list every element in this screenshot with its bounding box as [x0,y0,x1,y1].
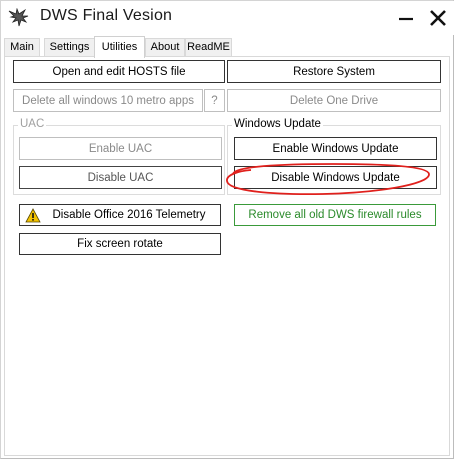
delete-metro-apps-button[interactable]: Delete all windows 10 metro apps [13,89,203,112]
warning-icon [25,208,41,223]
tab-readme[interactable]: ReadME [185,38,232,56]
minimize-icon[interactable] [396,8,416,28]
disable-uac-button[interactable]: Disable UAC [19,166,222,189]
tab-main[interactable]: Main [4,38,40,56]
app-icon [8,8,29,27]
tab-settings[interactable]: Settings [44,38,95,56]
window-title: DWS Final Vesion [40,7,173,24]
delete-onedrive-button[interactable]: Delete One Drive [227,89,441,112]
windows-update-group-label: Windows Update [232,118,323,130]
enable-uac-button[interactable]: Enable UAC [19,137,222,160]
tab-utilities[interactable]: Utilities [94,36,145,58]
disable-windows-update-button[interactable]: Disable Windows Update [234,166,437,189]
windows-update-group: Windows Update Enable Windows Update Dis… [227,118,441,195]
tab-about[interactable]: About [145,38,185,56]
remove-firewall-rules-button[interactable]: Remove all old DWS firewall rules [234,204,436,226]
utilities-panel: Open and edit HOSTS file Restore System … [4,56,450,456]
close-icon[interactable] [428,8,448,28]
uac-group-label: UAC [18,118,47,130]
tab-strip: Main Settings Utilities About ReadME [4,36,452,58]
title-bar[interactable]: DWS Final Vesion [1,1,454,35]
fix-screen-rotate-button[interactable]: Fix screen rotate [19,233,221,255]
app-window: DWS Final Vesion Main Settings Utilities… [0,0,454,459]
disable-office-telemetry-label: Disable Office 2016 Telemetry [52,209,206,221]
open-hosts-button[interactable]: Open and edit HOSTS file [13,60,225,83]
enable-windows-update-button[interactable]: Enable Windows Update [234,137,437,160]
help-button[interactable]: ? [204,89,225,112]
disable-office-telemetry-button[interactable]: Disable Office 2016 Telemetry [19,204,221,226]
restore-system-button[interactable]: Restore System [227,60,441,83]
uac-group: UAC Enable UAC Disable UAC [13,118,225,195]
